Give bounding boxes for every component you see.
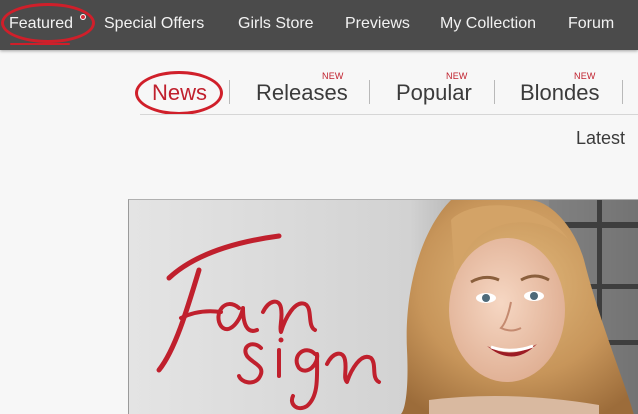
subnav-divider — [140, 114, 638, 115]
tab-blondes[interactable]: Blondes — [520, 80, 600, 106]
tab-separator — [622, 80, 623, 104]
nav-item-girls-store[interactable]: Girls Store — [238, 0, 314, 50]
nav-item-previews[interactable]: Previews — [345, 0, 410, 50]
banner-image — [129, 200, 638, 414]
sort-latest[interactable]: Latest — [576, 128, 625, 149]
fan-sign-banner[interactable] — [128, 199, 638, 414]
nav-item-my-collection[interactable]: My Collection — [440, 0, 536, 50]
tab-releases[interactable]: Releases — [256, 80, 348, 106]
top-nav: Featured Special Offers Girls Store Prev… — [0, 0, 638, 50]
nav-item-featured[interactable]: Featured — [9, 0, 73, 50]
nav-item-forum[interactable]: Forum — [568, 0, 614, 50]
nav-item-special-offers[interactable]: Special Offers — [104, 0, 204, 50]
tab-popular[interactable]: Popular — [396, 80, 472, 106]
notification-dot-icon — [80, 14, 86, 20]
tab-separator — [494, 80, 495, 104]
tab-separator — [369, 80, 370, 104]
tab-news[interactable]: News — [152, 80, 207, 106]
tab-separator — [229, 80, 230, 104]
